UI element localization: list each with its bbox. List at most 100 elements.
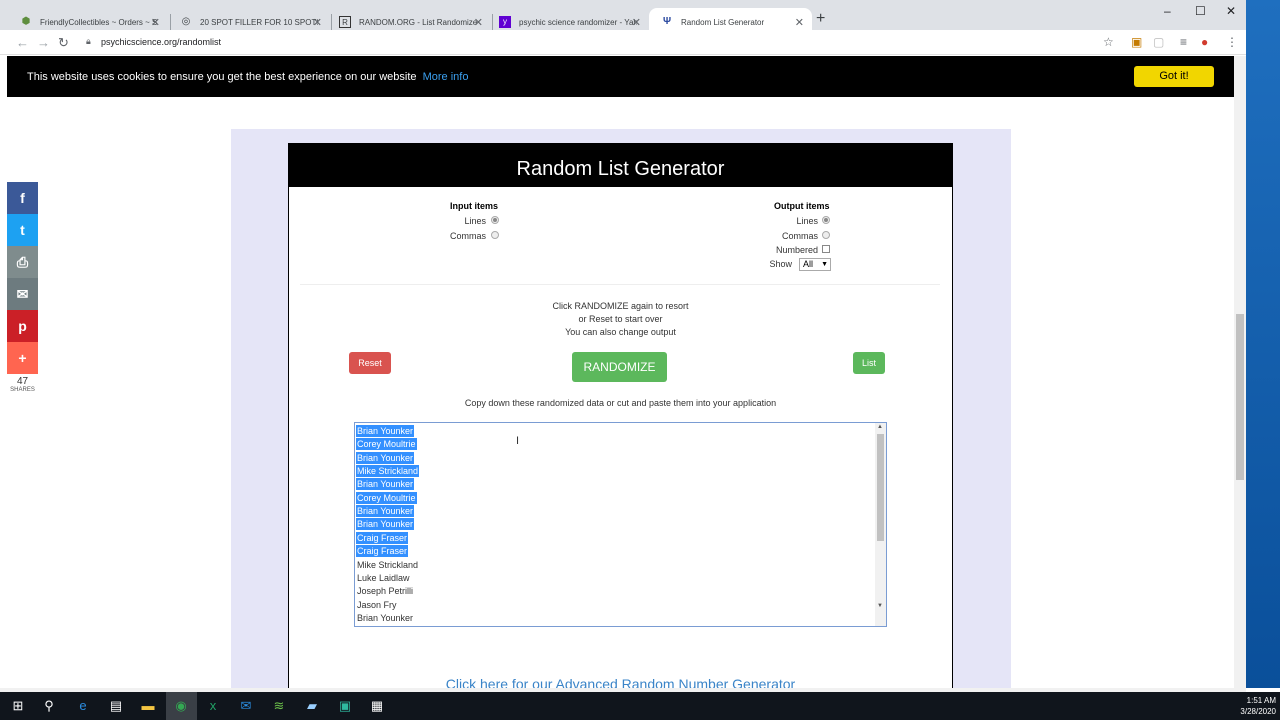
page-scroll-thumb[interactable] — [1236, 314, 1244, 480]
close-icon[interactable]: ✕ — [313, 16, 322, 29]
maximize-icon[interactable]: ☐ — [1195, 4, 1206, 18]
copy-hint: Copy down these randomized data or cut a… — [464, 398, 777, 408]
tab-title: RANDOM.ORG - List Randomizer — [359, 17, 477, 27]
bookmark-star-icon[interactable]: ☆ — [1103, 35, 1114, 49]
back-icon[interactable]: ← — [16, 35, 29, 50]
chrome-icon[interactable]: ◉ — [171, 698, 191, 714]
page-scrollbar[interactable] — [1234, 56, 1246, 688]
tab-title: 20 SPOT FILLER FOR 10 SPOTS: 2 — [200, 17, 318, 27]
result-line: Brian Younker — [356, 452, 415, 464]
result-line: Brian Younker — [356, 478, 415, 490]
input-commas-radio[interactable] — [491, 231, 499, 239]
yahoo-icon: y — [499, 16, 511, 28]
reload-icon[interactable]: ↻ — [58, 35, 69, 51]
text-cursor-icon: I — [516, 435, 520, 447]
result-line: Jason Fry — [357, 600, 397, 610]
forward-icon[interactable]: → — [37, 35, 50, 50]
reset-button[interactable]: Reset — [349, 352, 391, 374]
tab-title: Random List Generator — [681, 17, 765, 27]
lock-icon: 🔒︎ — [86, 36, 91, 46]
scroll-down-icon[interactable]: ▼ — [877, 603, 883, 609]
clock-date: 3/28/2020 — [1240, 707, 1276, 716]
result-line: Luke Laidlaw — [357, 573, 410, 583]
calculator-icon[interactable]: ▦ — [367, 698, 387, 714]
results-textarea[interactable]: Brian Younker Corey Moultrie Brian Younk… — [354, 422, 887, 627]
psi-icon: Ψ — [662, 16, 672, 27]
pinterest-icon[interactable]: p — [7, 310, 38, 342]
result-line: Craig Fraser — [356, 545, 409, 557]
output-show-select[interactable]: All ▼ — [799, 258, 831, 271]
tab-title: FriendlyCollectibles ~ Orders ~ S — [40, 17, 158, 27]
cookie-more-info-link[interactable]: More info — [423, 71, 469, 83]
page-title: Random List Generator — [289, 144, 952, 187]
result-line: Brian Younker — [356, 425, 415, 437]
avatar[interactable]: ● — [1201, 35, 1208, 49]
input-commas-label: Commas — [449, 231, 486, 241]
output-commas-radio[interactable] — [822, 231, 830, 239]
file-explorer-icon[interactable]: ▬ — [138, 698, 158, 713]
share-sidebar: f t ⎙ ✉ p + 47 SHARES — [7, 182, 38, 393]
app-icon[interactable]: ▣ — [335, 698, 355, 714]
close-icon[interactable]: ✕ — [632, 16, 641, 29]
media-icon[interactable]: ≡ — [1180, 35, 1187, 49]
share-count: 47 — [16, 376, 29, 387]
new-tab-button[interactable]: + — [816, 10, 825, 28]
cookie-message: This website uses cookies to ensure you … — [27, 71, 468, 83]
close-icon[interactable]: ✕ — [151, 16, 160, 29]
windows-taskbar: ⊞ ⚲ e ▤ ▬ ◉ x ✉ ≋ ▰ ▣ ▦ 1:51 AM 3/28/202… — [0, 692, 1280, 720]
output-lines-label: Lines — [796, 216, 818, 226]
output-items-title: Output items — [774, 201, 830, 211]
randomize-button[interactable]: RANDOMIZE — [572, 352, 667, 382]
scroll-up-icon[interactable]: ▲ — [877, 424, 883, 430]
textarea-scroll-thumb[interactable] — [877, 434, 884, 541]
menu-icon[interactable]: ⋮ — [1226, 35, 1238, 49]
result-line: Mike Strickland — [357, 560, 419, 570]
search-icon[interactable]: ⚲ — [39, 698, 59, 714]
facebook-icon[interactable]: f — [7, 182, 38, 214]
output-lines-radio[interactable] — [822, 216, 830, 224]
minimize-icon[interactable]: – — [1164, 4, 1171, 18]
result-line: Corey Moultrie — [356, 438, 417, 450]
extension-icon[interactable]: ▢ — [1153, 35, 1164, 49]
result-line: Brian Younker — [356, 505, 415, 517]
more-share-icon[interactable]: + — [7, 342, 38, 374]
close-icon[interactable]: ✕ — [474, 16, 483, 29]
textarea-scrollbar[interactable]: ▲ ▼ — [875, 423, 886, 626]
print-icon[interactable]: ⎙ — [7, 246, 38, 278]
info-line: You can also change output — [565, 327, 676, 337]
random-org-icon: R — [339, 16, 351, 28]
advanced-generator-link[interactable]: Click here for our Advanced Random Numbe… — [288, 676, 953, 688]
output-numbered-checkbox[interactable] — [822, 245, 830, 253]
globe-icon: ◎ — [181, 16, 191, 27]
shopify-icon: ⬢ — [21, 16, 31, 27]
output-commas-label: Commas — [781, 231, 818, 241]
result-line: Craig Fraser — [356, 532, 409, 544]
cookie-accept-button[interactable]: Got it! — [1134, 66, 1214, 87]
page-viewport: This website uses cookies to ensure you … — [0, 56, 1234, 688]
result-line: Brian Younker — [356, 518, 415, 530]
input-lines-radio[interactable] — [491, 216, 499, 224]
twitter-icon[interactable]: t — [7, 214, 38, 246]
tab-title: psychic science randomizer - Yah — [519, 17, 637, 27]
edge-icon[interactable]: e — [73, 698, 93, 713]
store-icon[interactable]: ▤ — [106, 698, 126, 714]
list-button[interactable]: List — [853, 352, 885, 374]
windows-start-icon[interactable]: ⊞ — [8, 698, 28, 714]
extension-icon[interactable]: ▣ — [1131, 35, 1142, 49]
excel-icon[interactable]: x — [203, 698, 223, 713]
share-label: SHARES — [10, 387, 35, 393]
wifi-icon[interactable]: ≋ — [269, 698, 289, 714]
close-icon[interactable]: ✕ — [795, 16, 804, 29]
divider — [300, 284, 940, 285]
close-window-icon[interactable]: ✕ — [1226, 4, 1236, 18]
app-icon[interactable]: ▰ — [302, 698, 322, 714]
system-clock[interactable]: 1:51 AM 3/28/2020 — [1236, 695, 1276, 717]
result-line: Joseph Petrilli — [357, 586, 414, 596]
email-icon[interactable]: ✉ — [7, 278, 38, 310]
address-bar[interactable]: psychicscience.org/randomlist — [101, 37, 221, 47]
info-line: or Reset to start over — [578, 314, 663, 324]
result-line: Corey Moultrie — [356, 492, 417, 504]
cookie-text: This website uses cookies to ensure you … — [27, 71, 417, 83]
mail-icon[interactable]: ✉ — [236, 698, 256, 714]
input-items-title: Input items — [450, 201, 499, 211]
